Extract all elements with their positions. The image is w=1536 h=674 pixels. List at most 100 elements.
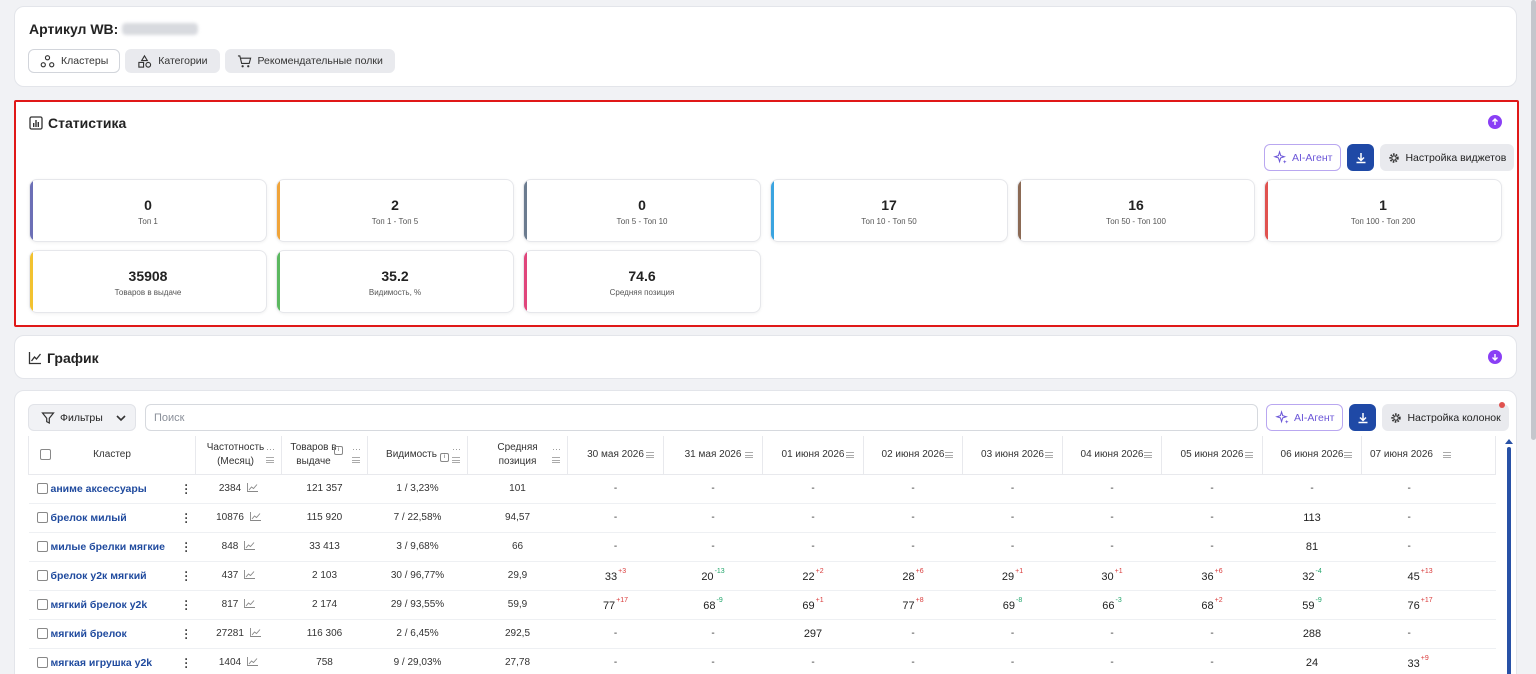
column-sort-icon[interactable] (352, 457, 360, 463)
table-scrollbar-thumb[interactable] (1507, 447, 1511, 674)
row-menu-icon[interactable]: · · · (185, 595, 189, 615)
col-date[interactable]: 03 июня 2026 (962, 436, 1063, 475)
cluster-cell: мягкий брелок у2k · · · (28, 590, 196, 620)
table-row[interactable]: милые брелки мягкие · · · 848 33 413 3 / 9,68%… (28, 532, 1496, 562)
table-row[interactable]: брелок милый · · · 10876 115 920 7 / 22,58% 94,… (28, 503, 1496, 533)
row-menu-icon[interactable]: · · · (185, 508, 189, 528)
col-date[interactable]: 06 июня 2026 (1262, 436, 1362, 475)
trend-chart-icon[interactable] (249, 512, 261, 521)
table-header-row: Кластер Частотность (Месяц) ⋯ Товаров в в… (28, 436, 1496, 475)
column-menu-icon[interactable]: ⋯ (266, 442, 275, 456)
col-date[interactable]: 01 июня 2026 (762, 436, 864, 475)
row-menu-icon[interactable]: · · · (185, 566, 189, 586)
row-menu-icon[interactable]: · · · (185, 653, 189, 673)
download-button[interactable] (1347, 144, 1375, 171)
cluster-link[interactable]: брелок милый (51, 512, 127, 524)
table-row[interactable]: мягкая игрушка у2k · · · 1404 758 9 / 29,03% 27… (28, 648, 1496, 674)
row-checkbox[interactable] (36, 598, 48, 610)
column-menu-icon[interactable]: ⋯ (452, 442, 461, 456)
info-icon[interactable]: i (334, 446, 343, 455)
trend-chart-icon[interactable] (244, 570, 256, 579)
cluster-link[interactable]: мягкая игрушка у2k (51, 657, 153, 669)
widget-settings-button[interactable]: Настройка виджетов (1380, 144, 1515, 171)
column-sort-icon[interactable] (846, 452, 854, 458)
col-cluster[interactable]: Кластер (28, 436, 196, 475)
position-value: - (911, 512, 915, 523)
filters-button[interactable]: Фильтры (28, 404, 136, 431)
info-icon[interactable]: i (439, 452, 449, 462)
cluster-cell: милые брелки мягкие · · · (28, 532, 196, 562)
column-sort-icon[interactable] (1245, 452, 1253, 458)
col-frequency[interactable]: Частотность (Месяц) ⋯ (195, 436, 282, 475)
table-row[interactable]: брелок у2к мягкий · · · 437 2 103 30 / 96,77% 2… (28, 561, 1496, 591)
col-date[interactable]: 02 июня 2026 (863, 436, 963, 475)
expand-graph-button[interactable] (1488, 350, 1502, 364)
cluster-link[interactable]: мягкий брелок (51, 628, 127, 640)
trend-chart-icon[interactable] (249, 628, 261, 637)
table-row[interactable]: мягкий брелок · · · 27281 116 306 2 / 6,45% 292… (28, 619, 1496, 649)
column-menu-icon[interactable]: ⋯ (352, 442, 361, 456)
cluster-link[interactable]: брелок у2к мягкий (51, 570, 147, 582)
row-checkbox[interactable] (36, 540, 48, 552)
column-sort-icon[interactable] (266, 457, 274, 463)
trend-chart-icon[interactable] (244, 541, 256, 550)
position-cell: 297 (762, 619, 864, 649)
col-cluster-label: Кластер (93, 448, 131, 460)
column-sort-icon[interactable] (1443, 452, 1451, 458)
trend-chart-icon[interactable] (244, 599, 256, 608)
column-settings-button[interactable]: Настройка колонок (1382, 404, 1509, 431)
metric-label: Товаров в выдаче (114, 288, 182, 297)
cluster-link[interactable]: мягкий брелок у2k (51, 599, 148, 611)
row-checkbox[interactable] (36, 511, 48, 523)
row-checkbox[interactable] (36, 627, 48, 639)
col-visibility[interactable]: Видимость i ⋯ (367, 436, 468, 475)
scroll-up-arrow[interactable] (1505, 439, 1513, 444)
position-delta: +2 (815, 568, 824, 575)
position-value: - (1010, 483, 1015, 494)
line-chart-icon (28, 352, 42, 365)
position-cell: - (962, 648, 1063, 674)
col-date[interactable]: 04 июня 2026 (1062, 436, 1162, 475)
column-sort-icon[interactable] (552, 457, 560, 463)
col-average-position[interactable]: Средняя позиция ⋯ (467, 436, 568, 475)
position-cell: - (1062, 648, 1162, 674)
col-date[interactable]: 30 мая 2026 (567, 436, 664, 475)
col-date[interactable]: 31 мая 2026 (663, 436, 763, 475)
row-menu-icon[interactable]: · · · (185, 479, 189, 499)
row-checkbox[interactable] (36, 656, 48, 668)
col-date[interactable]: 05 июня 2026 (1161, 436, 1263, 475)
graph-card[interactable]: График (14, 335, 1517, 379)
column-menu-icon[interactable]: ⋯ (552, 442, 561, 456)
column-sort-icon[interactable] (452, 457, 460, 463)
position-delta: -8 (1016, 597, 1023, 604)
ai-agent-button[interactable]: AI-Агент (1264, 144, 1342, 171)
column-sort-icon[interactable] (945, 452, 953, 458)
cluster-link[interactable]: аниме аксессуары (51, 483, 147, 495)
search-input[interactable] (145, 404, 1258, 431)
column-sort-icon[interactable] (1144, 452, 1152, 458)
cluster-link[interactable]: милые брелки мягкие (51, 541, 165, 553)
position-cell: - (567, 474, 664, 504)
tab-clusters[interactable]: Кластеры (28, 49, 121, 73)
col-date[interactable]: 07 июня 2026 (1361, 436, 1496, 475)
tab-categories[interactable]: Категории (125, 49, 220, 73)
trend-chart-icon[interactable] (247, 483, 259, 492)
select-all-checkbox[interactable] (40, 449, 51, 460)
row-menu-icon[interactable]: · · · (185, 537, 189, 557)
row-menu-icon[interactable]: · · · (185, 624, 189, 644)
collapse-statistics-button[interactable] (1488, 115, 1502, 129)
column-sort-icon[interactable] (1344, 452, 1352, 458)
column-sort-icon[interactable] (646, 452, 654, 458)
trend-chart-icon[interactable] (247, 657, 259, 666)
table-row[interactable]: мягкий брелок у2k · · · 817 2 174 29 / 93,55% 5… (28, 590, 1496, 620)
page-scrollbar[interactable] (1531, 0, 1536, 440)
col-products[interactable]: Товаров в выдаче i ⋯ (281, 436, 368, 475)
table-row[interactable]: аниме аксессуары · · · 2384 121 357 1 / 3,23% 1… (28, 474, 1496, 504)
row-checkbox[interactable] (36, 482, 48, 494)
row-checkbox[interactable] (36, 569, 48, 581)
column-sort-icon[interactable] (745, 452, 753, 458)
table-ai-agent-button[interactable]: AI-Агент (1266, 404, 1344, 431)
column-sort-icon[interactable] (1045, 452, 1053, 458)
tab-recommended-shelves[interactable]: Рекомендательные полки (224, 49, 395, 73)
table-download-button[interactable] (1349, 404, 1377, 431)
